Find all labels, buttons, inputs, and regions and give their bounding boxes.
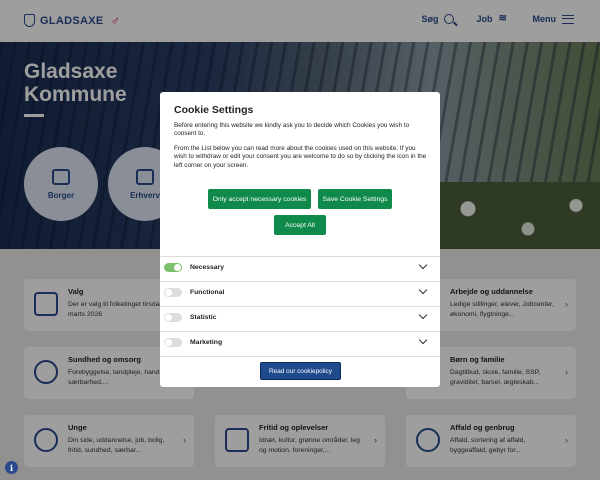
accept-all-button[interactable]: Accept All bbox=[274, 215, 326, 235]
chevron-down-icon[interactable] bbox=[418, 310, 428, 320]
cookie-dialog-title: Cookie Settings bbox=[174, 104, 254, 116]
functional-toggle[interactable] bbox=[164, 288, 182, 297]
statistic-toggle[interactable] bbox=[164, 313, 182, 322]
marketing-toggle[interactable] bbox=[164, 338, 182, 347]
divider bbox=[160, 356, 440, 357]
accept-necessary-button[interactable]: Only accept necessary cookies bbox=[208, 189, 311, 209]
cookie-intro-text: Before entering this website we kindly a… bbox=[174, 122, 410, 138]
cookie-category-functional[interactable]: Functional bbox=[160, 282, 440, 306]
save-cookie-settings-button[interactable]: Save Cookie Settings bbox=[318, 189, 392, 209]
category-label: Statistic bbox=[190, 314, 217, 321]
category-label: Necessary bbox=[190, 264, 225, 271]
chevron-down-icon[interactable] bbox=[418, 335, 428, 345]
category-label: Functional bbox=[190, 289, 225, 296]
cookie-category-marketing[interactable]: Marketing bbox=[160, 332, 440, 356]
cookie-info-text: From the List below you can read more ab… bbox=[174, 145, 427, 169]
cookie-dialog: Cookie Settings Before entering this web… bbox=[160, 92, 440, 387]
cookie-category-statistic[interactable]: Statistic bbox=[160, 307, 440, 331]
cookie-policy-button[interactable]: Read our cookiepolicy bbox=[260, 362, 341, 380]
chevron-down-icon[interactable] bbox=[418, 260, 428, 270]
category-label: Marketing bbox=[190, 339, 223, 346]
cookie-category-necessary[interactable]: Necessary bbox=[160, 257, 440, 281]
chevron-down-icon[interactable] bbox=[418, 285, 428, 295]
necessary-toggle[interactable] bbox=[164, 263, 182, 272]
cookie-settings-info-icon[interactable]: i bbox=[5, 461, 18, 474]
